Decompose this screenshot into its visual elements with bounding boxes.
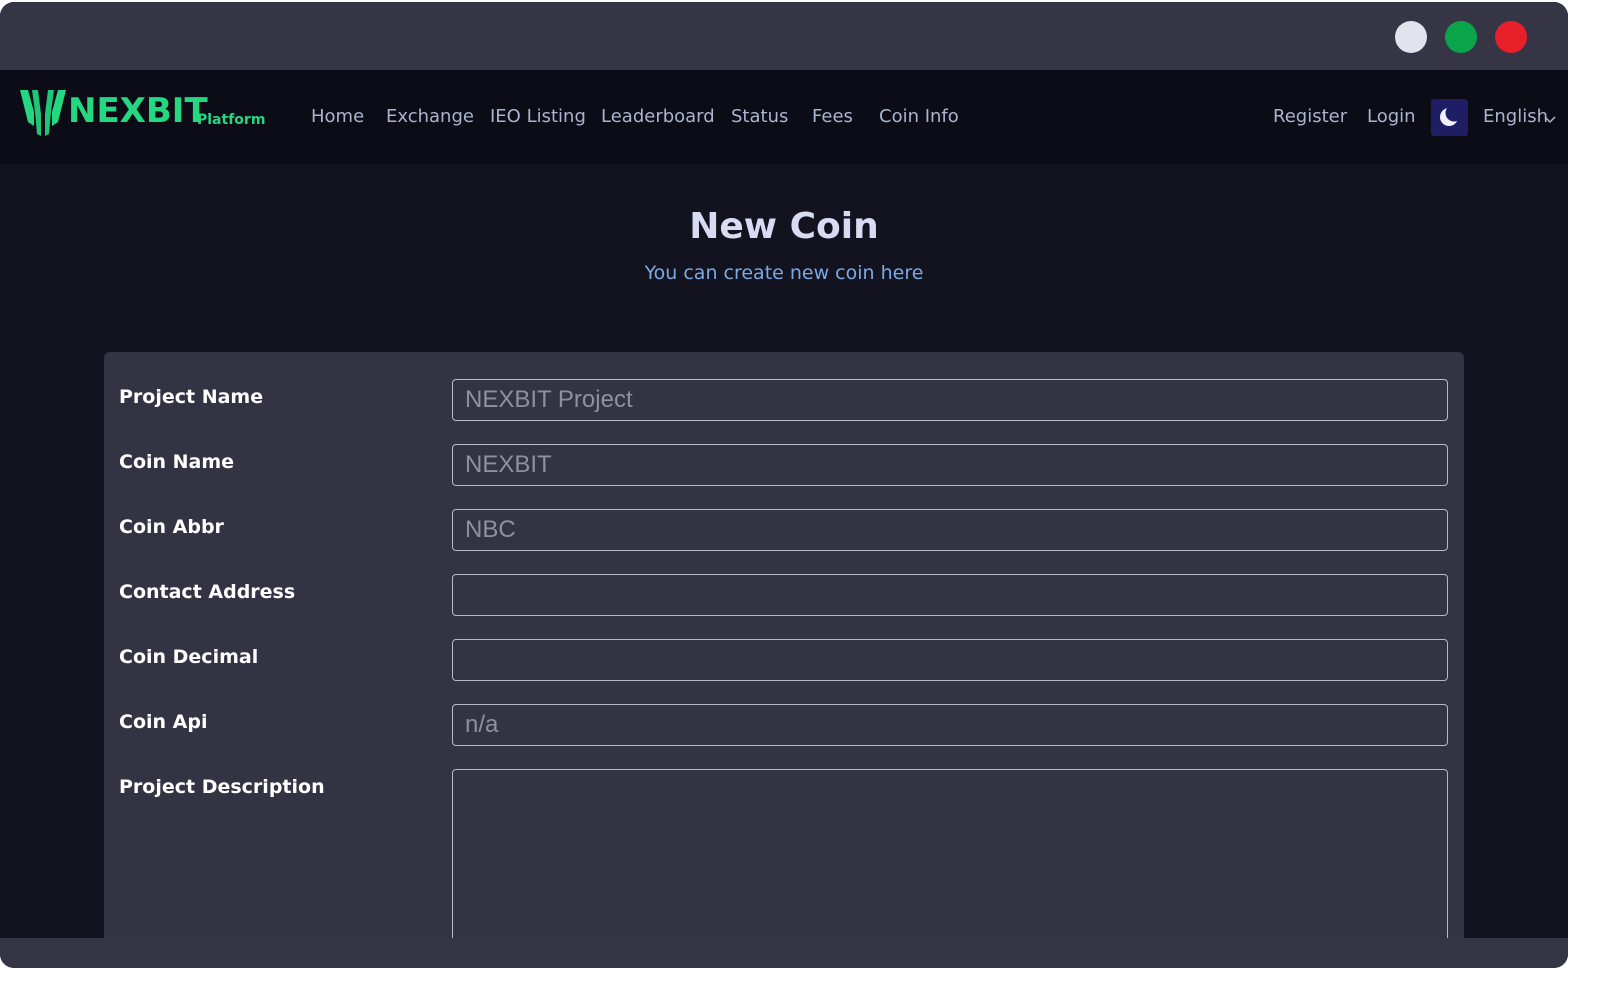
window-maximize-button[interactable] bbox=[1445, 21, 1477, 53]
nav-ieo-listing[interactable]: IEO Listing bbox=[490, 106, 586, 127]
brand-name: NEXBIT bbox=[68, 91, 208, 131]
project-name-label: Project Name bbox=[119, 386, 264, 408]
window-close-button[interactable] bbox=[1495, 21, 1527, 53]
nav-coin-info[interactable]: Coin Info bbox=[879, 106, 959, 127]
coin-api-input[interactable] bbox=[452, 704, 1448, 746]
contact-address-input[interactable] bbox=[452, 574, 1448, 616]
top-navbar: NEXBIT Platform Home Exchange IEO Listin… bbox=[0, 70, 1568, 164]
nexbit-logo-icon bbox=[20, 90, 66, 136]
window-bottom-bar bbox=[0, 938, 1568, 968]
coin-abbr-input[interactable] bbox=[452, 509, 1448, 551]
window-minimize-button[interactable] bbox=[1395, 21, 1427, 53]
coin-decimal-label: Coin Decimal bbox=[119, 646, 259, 668]
chevron-down-icon bbox=[1544, 116, 1556, 124]
moon-icon bbox=[1440, 104, 1463, 126]
window-titlebar bbox=[0, 2, 1568, 70]
coin-name-label: Coin Name bbox=[119, 451, 235, 473]
coin-api-label: Coin Api bbox=[119, 711, 208, 733]
brand-subtitle: Platform bbox=[197, 112, 266, 128]
theme-toggle-button[interactable] bbox=[1431, 99, 1468, 136]
browser-window: NEXBIT Platform Home Exchange IEO Listin… bbox=[0, 2, 1568, 968]
nav-leaderboard[interactable]: Leaderboard bbox=[601, 106, 715, 127]
page-title: New Coin bbox=[689, 206, 879, 247]
page-subtitle: You can create new coin here bbox=[644, 262, 924, 284]
nav-exchange[interactable]: Exchange bbox=[386, 106, 474, 127]
project-description-label: Project Description bbox=[119, 776, 325, 798]
contact-address-label: Contact Address bbox=[119, 581, 296, 603]
coin-name-input[interactable] bbox=[452, 444, 1448, 486]
new-coin-form: Project Name Coin Name Coin Abbr Contact… bbox=[104, 352, 1464, 968]
coin-decimal-input[interactable] bbox=[452, 639, 1448, 681]
nav-home[interactable]: Home bbox=[311, 106, 364, 127]
coin-abbr-label: Coin Abbr bbox=[119, 516, 224, 538]
register-link[interactable]: Register bbox=[1273, 106, 1347, 127]
nav-status[interactable]: Status bbox=[731, 106, 788, 127]
language-selector[interactable]: English bbox=[1483, 106, 1548, 127]
project-name-input[interactable] bbox=[452, 379, 1448, 421]
login-link[interactable]: Login bbox=[1367, 106, 1416, 127]
nav-fees[interactable]: Fees bbox=[812, 106, 853, 127]
